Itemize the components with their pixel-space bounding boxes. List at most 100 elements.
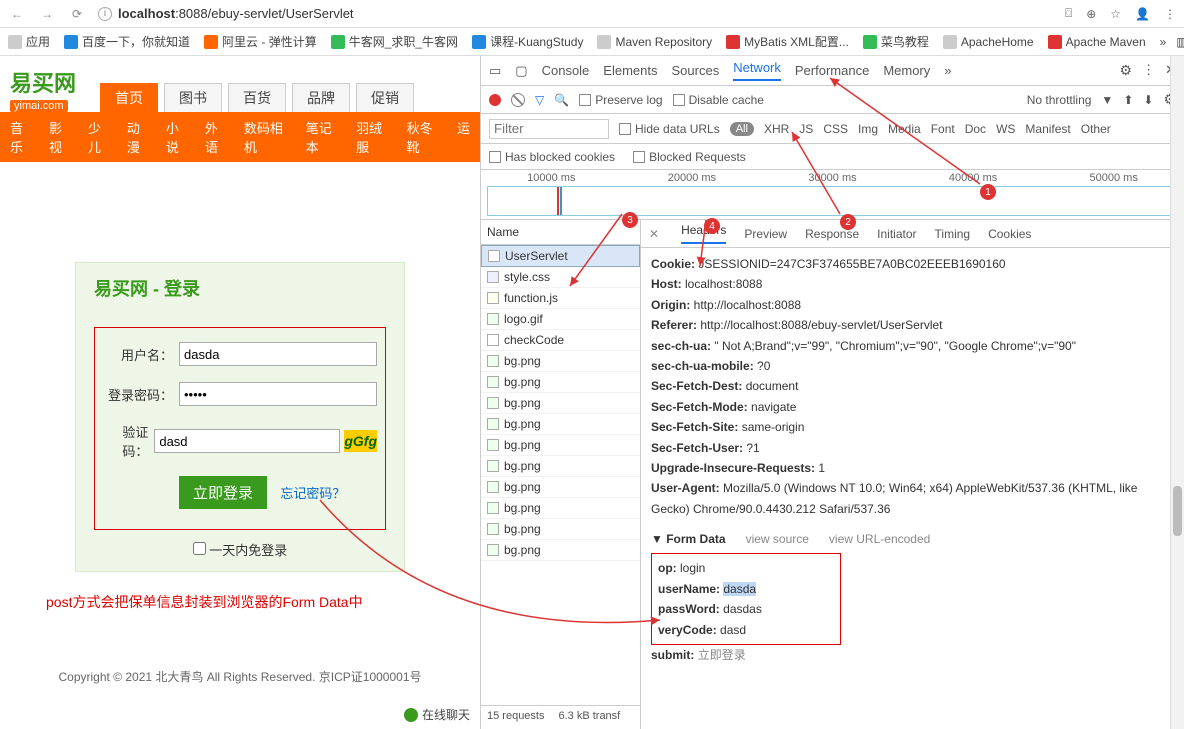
bookmark-item[interactable]: MyBatis XML配置...: [726, 33, 849, 50]
captcha-input[interactable]: [154, 429, 340, 453]
request-row[interactable]: bg.png: [481, 498, 640, 519]
bookmark-item[interactable]: Maven Repository: [597, 35, 712, 49]
sub-nav-item[interactable]: 小说: [166, 118, 189, 156]
site-logo[interactable]: 易买网 yimai.com: [10, 66, 100, 112]
record-button[interactable]: [489, 94, 501, 106]
tab-memory[interactable]: Memory: [883, 63, 930, 78]
sub-nav-item[interactable]: 少儿: [88, 118, 111, 156]
online-chat[interactable]: 在线聊天: [404, 706, 470, 723]
apps-button[interactable]: 应用: [8, 33, 50, 50]
star-icon[interactable]: ☆: [1110, 7, 1121, 21]
device-icon[interactable]: ▢: [515, 63, 527, 79]
sub-nav-item[interactable]: 音乐: [10, 118, 33, 156]
timeline[interactable]: 10000 ms 20000 ms 30000 ms 40000 ms 5000…: [481, 170, 1184, 220]
request-row[interactable]: bg.png: [481, 540, 640, 561]
nav-tab-promo[interactable]: 促销: [356, 83, 414, 112]
request-row[interactable]: logo.gif: [481, 309, 640, 330]
sub-nav-item[interactable]: 秋冬靴: [407, 118, 441, 156]
filter-type[interactable]: Font: [931, 122, 955, 136]
sub-nav-item[interactable]: 外语: [205, 118, 228, 156]
upload-icon[interactable]: ⬆: [1123, 93, 1133, 107]
bookmark-item[interactable]: Apache Maven: [1048, 35, 1146, 49]
request-row[interactable]: style.css: [481, 267, 640, 288]
tab-timing[interactable]: Timing: [935, 227, 971, 241]
request-row[interactable]: function.js: [481, 288, 640, 309]
nav-tab-brand[interactable]: 品牌: [292, 83, 350, 112]
sub-nav-item[interactable]: 数码相机: [244, 118, 290, 156]
request-row[interactable]: bg.png: [481, 435, 640, 456]
preserve-log-checkbox[interactable]: Preserve log: [579, 93, 662, 107]
filter-type[interactable]: XHR: [764, 122, 789, 136]
vertical-scrollbar[interactable]: [1170, 56, 1184, 729]
nav-tab-books[interactable]: 图书: [164, 83, 222, 112]
request-row[interactable]: bg.png: [481, 477, 640, 498]
disable-cache-checkbox[interactable]: Disable cache: [673, 93, 764, 107]
download-icon[interactable]: ⬇: [1143, 93, 1153, 107]
request-row[interactable]: checkCode: [481, 330, 640, 351]
settings-icon[interactable]: ⚙: [1120, 62, 1133, 79]
forward-button[interactable]: →: [38, 5, 56, 23]
filter-type[interactable]: Manifest: [1025, 122, 1070, 136]
tab-more[interactable]: »: [944, 63, 951, 78]
password-input[interactable]: [179, 382, 377, 406]
sub-nav-item[interactable]: 动漫: [127, 118, 150, 156]
profile-icon[interactable]: 👤: [1135, 7, 1150, 21]
filter-type[interactable]: Doc: [965, 122, 986, 136]
filter-type-all[interactable]: All: [730, 122, 754, 136]
forgot-password-link[interactable]: 忘记密码？: [280, 486, 345, 501]
site-info-icon[interactable]: i: [98, 7, 112, 21]
back-button[interactable]: ←: [8, 5, 26, 23]
throttling-select[interactable]: No throttling: [1027, 93, 1092, 107]
reading-list-button[interactable]: ▥阅读清单: [1176, 33, 1184, 50]
tab-sources[interactable]: Sources: [672, 63, 720, 78]
search-icon[interactable]: 🔍: [554, 93, 569, 107]
request-row[interactable]: bg.png: [481, 372, 640, 393]
sub-nav-item[interactable]: 羽绒服: [356, 118, 390, 156]
nav-tab-general[interactable]: 百货: [228, 83, 286, 112]
bookmark-item[interactable]: 阿里云 - 弹性计算: [204, 33, 317, 50]
request-row[interactable]: bg.png: [481, 414, 640, 435]
reload-button[interactable]: ⟳: [68, 5, 86, 23]
filter-type[interactable]: Media: [888, 122, 921, 136]
bookmark-item[interactable]: ApacheHome: [943, 35, 1034, 49]
clear-button[interactable]: [511, 93, 525, 107]
tab-cookies[interactable]: Cookies: [988, 227, 1031, 241]
chevron-down-icon[interactable]: ▼: [1101, 93, 1113, 107]
bookmark-item[interactable]: 菜鸟教程: [863, 33, 929, 50]
sub-nav-item[interactable]: 笔记本: [306, 118, 340, 156]
request-row[interactable]: bg.png: [481, 519, 640, 540]
request-row[interactable]: UserServlet: [481, 245, 640, 267]
request-row[interactable]: bg.png: [481, 393, 640, 414]
filter-type[interactable]: WS: [996, 122, 1015, 136]
tab-console[interactable]: Console: [542, 63, 590, 78]
login-button[interactable]: 立即登录: [179, 476, 267, 509]
devtools-menu-icon[interactable]: ⋮: [1142, 62, 1155, 79]
filter-input[interactable]: [489, 119, 609, 139]
filter-type[interactable]: Other: [1081, 122, 1111, 136]
sub-nav-item[interactable]: 运: [457, 118, 470, 156]
sub-nav-item[interactable]: 影视: [49, 118, 72, 156]
remember-checkbox[interactable]: [193, 542, 206, 555]
bookmark-item[interactable]: 课程-KuangStudy: [472, 33, 583, 50]
menu-icon[interactable]: ⋮: [1164, 7, 1176, 21]
tab-preview[interactable]: Preview: [744, 227, 787, 241]
hide-data-urls-checkbox[interactable]: Hide data URLs: [619, 122, 720, 136]
bookmark-item[interactable]: 牛客网_求职_牛客网: [331, 33, 458, 50]
captcha-image[interactable]: gGfg: [344, 430, 377, 452]
request-row[interactable]: bg.png: [481, 456, 640, 477]
tab-performance[interactable]: Performance: [795, 63, 869, 78]
filter-type[interactable]: CSS: [823, 122, 848, 136]
blocked-requests-checkbox[interactable]: Blocked Requests: [633, 150, 746, 164]
bookmarks-more[interactable]: »: [1160, 35, 1167, 49]
nav-tab-home[interactable]: 首页: [100, 83, 158, 112]
tab-network[interactable]: Network: [733, 60, 781, 81]
key-icon[interactable]: ⌼: [1065, 6, 1072, 21]
filter-icon[interactable]: ▽: [535, 93, 544, 107]
zoom-icon[interactable]: ⊕: [1086, 7, 1096, 21]
tab-initiator[interactable]: Initiator: [877, 227, 916, 241]
inspect-icon[interactable]: ▭: [489, 63, 501, 79]
filter-type[interactable]: JS: [799, 122, 813, 136]
blocked-cookies-checkbox[interactable]: Has blocked cookies: [489, 150, 615, 164]
request-row[interactable]: bg.png: [481, 351, 640, 372]
url-bar[interactable]: i localhost:8088/ebuy-servlet/UserServle…: [98, 6, 1053, 21]
